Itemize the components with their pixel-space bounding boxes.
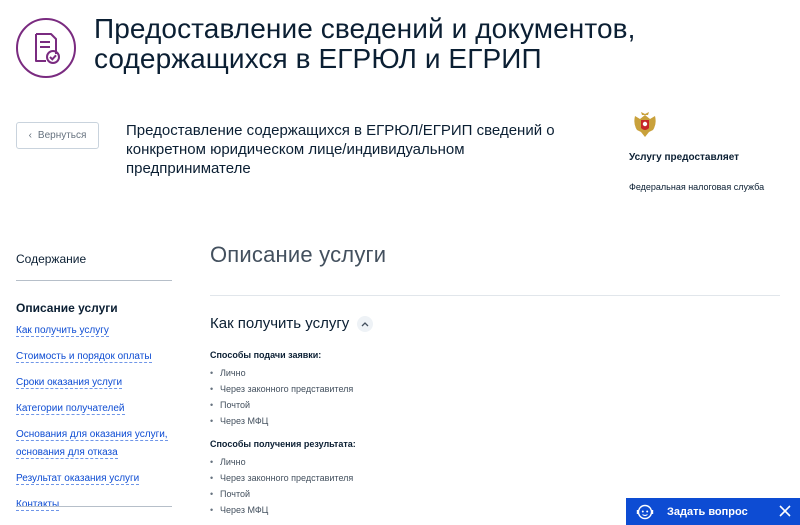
chevron-left-icon: ‹ xyxy=(28,130,32,141)
divider xyxy=(210,295,780,296)
document-check-icon xyxy=(16,18,76,78)
submit-methods-title: Способы подачи заявки: xyxy=(210,350,322,360)
back-button[interactable]: ‹ Вернуться xyxy=(16,122,99,149)
chevron-up-icon[interactable] xyxy=(357,315,374,332)
page-title: Предоставление сведений и документов, со… xyxy=(94,13,636,74)
toc-list-item: Контакты xyxy=(16,494,172,512)
list-item: Лично xyxy=(210,454,780,470)
service-name: Предоставление содержащихся в ЕГРЮЛ/ЕГРИ… xyxy=(126,122,555,177)
result-methods-title: Способы получения результата: xyxy=(210,439,356,449)
table-of-contents: Содержание Описание услуги Как получить … xyxy=(16,252,172,520)
toc-list-item: Результат оказания услуги xyxy=(16,468,172,486)
toc-link-recipients[interactable]: Категории получателей xyxy=(16,403,125,415)
toc-list-item: Сроки оказания услуги xyxy=(16,372,172,390)
toc-link-how-to-get[interactable]: Как получить услугу xyxy=(16,325,109,337)
toc-links: Как получить услугу Стоимость и порядок … xyxy=(16,320,172,512)
list-item: Через МФЦ xyxy=(210,413,780,429)
toc-list-item: Категории получателей xyxy=(16,398,172,416)
toc-list-item: Стоимость и порядок оплаты xyxy=(16,346,172,364)
toc-link-grounds[interactable]: Основания для оказания услуги, основания… xyxy=(16,429,168,459)
divider xyxy=(16,506,172,507)
how-to-get-toggle[interactable]: Как получить услугу xyxy=(210,315,780,332)
service-description: Описание услуги Как получить услугу Спос… xyxy=(210,242,780,518)
toc-link-result[interactable]: Результат оказания услуги xyxy=(16,473,140,485)
toc-link-contacts[interactable]: Контакты xyxy=(16,499,60,511)
ask-question-widget[interactable]: Задать вопрос xyxy=(626,498,800,525)
list-item: Через законного представителя xyxy=(210,381,780,397)
list-item: Почтой xyxy=(210,397,780,413)
ask-question-label: Задать вопрос xyxy=(667,505,748,518)
close-icon[interactable] xyxy=(778,504,792,518)
toc-link-cost[interactable]: Стоимость и порядок оплаты xyxy=(16,351,152,363)
toc-list-item: Как получить услугу xyxy=(16,320,172,338)
toc-list-item: Основания для оказания услуги, основания… xyxy=(16,424,172,460)
section-title: Описание услуги xyxy=(210,242,387,267)
divider xyxy=(16,280,172,281)
chat-bot-icon xyxy=(635,502,655,522)
provider-name: Федеральная налоговая служба xyxy=(629,182,765,192)
provider-block: Услугу предоставляет Федеральная налогов… xyxy=(629,110,799,192)
list-item: Лично xyxy=(210,365,780,381)
provider-label: Услугу предоставляет xyxy=(629,152,740,163)
toc-item-active[interactable]: Описание услуги xyxy=(16,301,172,315)
sub-title: Как получить услугу xyxy=(210,315,350,332)
page-header: Предоставление сведений и документов, со… xyxy=(16,14,786,84)
submit-methods-list: Лично Через законного представителя Почт… xyxy=(210,365,780,429)
list-item: Через законного представителя xyxy=(210,470,780,486)
toc-title: Содержание xyxy=(16,252,87,266)
back-button-label: Вернуться xyxy=(37,130,87,141)
coat-of-arms-icon xyxy=(634,112,656,137)
toc-link-terms[interactable]: Сроки оказания услуги xyxy=(16,377,123,389)
